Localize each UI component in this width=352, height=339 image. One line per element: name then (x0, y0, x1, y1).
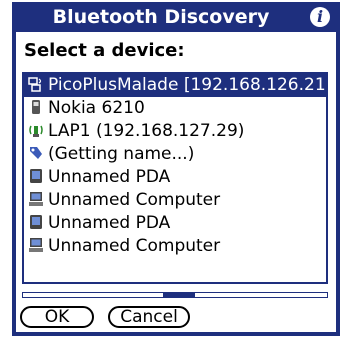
device-label: PicoPlusMalade [192.168.126.21... (48, 75, 328, 95)
network-access-point-icon (28, 77, 42, 92)
computer-icon (29, 238, 43, 252)
cancel-button[interactable]: Cancel (108, 306, 190, 328)
pda-icon (30, 169, 42, 183)
device-label: Unnamed Computer (48, 236, 221, 256)
list-item[interactable]: Unnamed PDA (24, 166, 326, 189)
device-label: LAP1 (192.168.127.29) (48, 121, 245, 141)
list-item[interactable]: Unnamed Computer (24, 235, 326, 258)
computer-icon (29, 192, 43, 206)
list-item[interactable]: (Getting name...) (24, 143, 326, 166)
list-item[interactable]: Nokia 6210 (24, 97, 326, 120)
lan-access-point-icon (29, 125, 43, 137)
list-item[interactable]: Unnamed Computer (24, 189, 326, 212)
unknown-device-icon (30, 147, 42, 159)
list-item[interactable]: Unnamed PDA (24, 212, 326, 235)
select-device-prompt: Select a device: (24, 40, 185, 61)
info-icon[interactable]: i (310, 7, 330, 27)
phone-icon (32, 100, 40, 114)
device-label: Nokia 6210 (48, 98, 145, 118)
list-item[interactable]: LAP1 (192.168.127.29) (24, 120, 326, 143)
device-label: Unnamed Computer (48, 190, 221, 210)
horizontal-scrollbar[interactable] (22, 292, 328, 298)
pda-icon (30, 215, 42, 229)
device-list[interactable]: PicoPlusMalade [192.168.126.21... Nokia … (22, 72, 328, 284)
scrollbar-thumb[interactable] (163, 293, 195, 297)
ok-button[interactable]: OK (20, 306, 94, 328)
device-label: Unnamed PDA (48, 213, 171, 233)
title-bar: Bluetooth Discovery i (16, 2, 336, 32)
dialog-title: Bluetooth Discovery (52, 6, 270, 28)
list-item[interactable]: PicoPlusMalade [192.168.126.21... (24, 74, 326, 97)
bluetooth-discovery-dialog: Bluetooth Discovery i Select a device: P… (12, 2, 340, 336)
device-label: (Getting name...) (48, 144, 195, 164)
device-label: Unnamed PDA (48, 167, 171, 187)
